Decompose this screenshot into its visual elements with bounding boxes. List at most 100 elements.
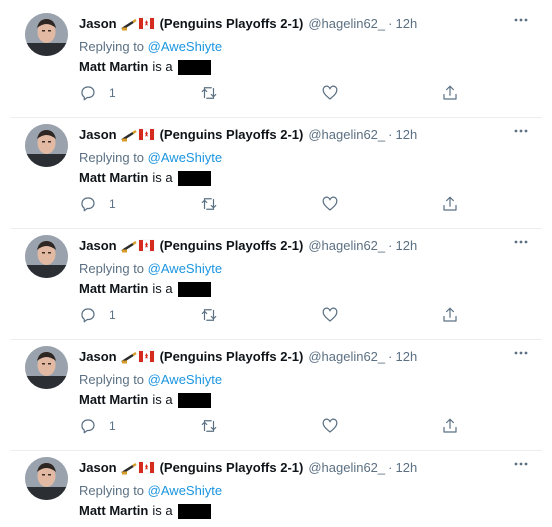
display-name-suffix[interactable]: (Penguins Playoffs 2-1) xyxy=(160,127,304,143)
hockey-stick-emoji xyxy=(120,350,155,364)
avatar[interactable] xyxy=(25,346,68,389)
replying-to-label: Replying to xyxy=(79,261,145,276)
more-horizontal-icon[interactable] xyxy=(512,347,530,359)
share-icon xyxy=(441,84,459,102)
replying-to-label: Replying to xyxy=(79,372,145,387)
display-name-suffix[interactable]: (Penguins Playoffs 2-1) xyxy=(160,349,304,365)
like-button[interactable] xyxy=(321,417,339,435)
like-button[interactable] xyxy=(321,84,339,102)
display-name-suffix[interactable]: (Penguins Playoffs 2-1) xyxy=(160,238,304,254)
tweet-header: Jason (Penguins Playoffs 2-1) @hagelin62… xyxy=(79,460,417,476)
share-button[interactable] xyxy=(441,84,459,102)
display-name[interactable]: Jason xyxy=(79,349,117,365)
share-button[interactable] xyxy=(441,306,459,324)
like-button[interactable] xyxy=(321,306,339,324)
retweet-button[interactable] xyxy=(200,84,218,102)
like-button[interactable] xyxy=(321,195,339,213)
user-handle[interactable]: @hagelin62_ xyxy=(308,16,385,32)
tweet-feed: Jason (Penguins Playoffs 2-1) @hagelin62… xyxy=(0,0,552,527)
reply-button[interactable]: 1 xyxy=(79,84,116,102)
tweet-text: Matt Martin is a xyxy=(79,59,211,75)
retweet-button[interactable] xyxy=(200,306,218,324)
share-button[interactable] xyxy=(441,195,459,213)
like-heart-icon xyxy=(321,195,339,213)
more-horizontal-icon[interactable] xyxy=(512,458,530,470)
hockey-stick-emoji xyxy=(120,239,155,253)
separator-dot: · xyxy=(388,127,393,142)
user-handle[interactable]: @hagelin62_ xyxy=(308,238,385,254)
replying-to-label: Replying to xyxy=(79,150,145,165)
reply-count: 1 xyxy=(109,86,116,100)
reply-icon xyxy=(79,195,97,213)
timestamp[interactable]: 12h xyxy=(396,460,418,476)
tweet-text-rest: is a xyxy=(152,281,173,296)
retweet-icon xyxy=(200,417,218,435)
reply-button[interactable]: 1 xyxy=(79,417,116,435)
separator-dot: · xyxy=(388,460,393,475)
tweet[interactable]: Jason (Penguins Playoffs 2-1) @hagelin62… xyxy=(11,119,542,229)
more-horizontal-icon[interactable] xyxy=(512,236,530,248)
retweet-icon xyxy=(200,195,218,213)
replying-to-line: Replying to @AweShiyte xyxy=(79,483,222,499)
tweet-actions: 1 xyxy=(79,195,459,215)
reply-button[interactable]: 1 xyxy=(79,195,116,213)
replying-to-mention[interactable]: @AweShiyte xyxy=(148,150,222,165)
redaction-box xyxy=(177,392,211,408)
reply-count: 1 xyxy=(109,308,116,322)
tweet-text: Matt Martin is a xyxy=(79,281,211,297)
redaction-box xyxy=(177,59,211,75)
avatar[interactable] xyxy=(25,13,68,56)
retweet-button[interactable] xyxy=(200,195,218,213)
timestamp[interactable]: 12h xyxy=(396,127,418,143)
display-name-suffix[interactable]: (Penguins Playoffs 2-1) xyxy=(160,16,304,32)
replying-to-mention[interactable]: @AweShiyte xyxy=(148,261,222,276)
replying-to-mention[interactable]: @AweShiyte xyxy=(148,483,222,498)
avatar[interactable] xyxy=(25,235,68,278)
display-name[interactable]: Jason xyxy=(79,16,117,32)
redaction-box xyxy=(177,170,211,186)
tweet-text-subject: Matt Martin xyxy=(79,503,149,518)
timestamp[interactable]: 12h xyxy=(396,349,418,365)
tweet-text-rest: is a xyxy=(152,59,173,74)
replying-to-label: Replying to xyxy=(79,39,145,54)
tweet-text-subject: Matt Martin xyxy=(79,281,149,296)
replying-to-mention[interactable]: @AweShiyte xyxy=(148,39,222,54)
replying-to-line: Replying to @AweShiyte xyxy=(79,39,222,55)
timestamp[interactable]: 12h xyxy=(396,238,418,254)
tweet-header: Jason (Penguins Playoffs 2-1) @hagelin62… xyxy=(79,127,417,143)
display-name[interactable]: Jason xyxy=(79,127,117,143)
like-heart-icon xyxy=(321,84,339,102)
redaction-box xyxy=(177,281,211,297)
retweet-icon xyxy=(200,84,218,102)
replying-to-line: Replying to @AweShiyte xyxy=(79,261,222,277)
display-name[interactable]: Jason xyxy=(79,460,117,476)
display-name-suffix[interactable]: (Penguins Playoffs 2-1) xyxy=(160,460,304,476)
user-handle[interactable]: @hagelin62_ xyxy=(308,460,385,476)
share-icon xyxy=(441,417,459,435)
timestamp[interactable]: 12h xyxy=(396,16,418,32)
share-button[interactable] xyxy=(441,417,459,435)
display-name[interactable]: Jason xyxy=(79,238,117,254)
separator-dot: · xyxy=(388,238,393,253)
user-handle[interactable]: @hagelin62_ xyxy=(308,127,385,143)
more-horizontal-icon[interactable] xyxy=(512,14,530,26)
retweet-icon xyxy=(200,306,218,324)
tweet[interactable]: Jason (Penguins Playoffs 2-1) @hagelin62… xyxy=(11,452,542,527)
more-horizontal-icon[interactable] xyxy=(512,125,530,137)
tweet[interactable]: Jason (Penguins Playoffs 2-1) @hagelin62… xyxy=(11,341,542,451)
retweet-button[interactable] xyxy=(200,417,218,435)
user-handle[interactable]: @hagelin62_ xyxy=(308,349,385,365)
replying-to-label: Replying to xyxy=(79,483,145,498)
avatar[interactable] xyxy=(25,124,68,167)
tweet[interactable]: Jason (Penguins Playoffs 2-1) @hagelin62… xyxy=(11,230,542,340)
tweet-text: Matt Martin is a xyxy=(79,503,211,519)
share-icon xyxy=(441,195,459,213)
reply-button[interactable]: 1 xyxy=(79,306,116,324)
replying-to-line: Replying to @AweShiyte xyxy=(79,372,222,388)
replying-to-mention[interactable]: @AweShiyte xyxy=(148,372,222,387)
tweet[interactable]: Jason (Penguins Playoffs 2-1) @hagelin62… xyxy=(11,8,542,118)
tweet-text-rest: is a xyxy=(152,392,173,407)
reply-count: 1 xyxy=(109,197,116,211)
tweet-actions: 1 xyxy=(79,306,459,326)
avatar[interactable] xyxy=(25,457,68,500)
